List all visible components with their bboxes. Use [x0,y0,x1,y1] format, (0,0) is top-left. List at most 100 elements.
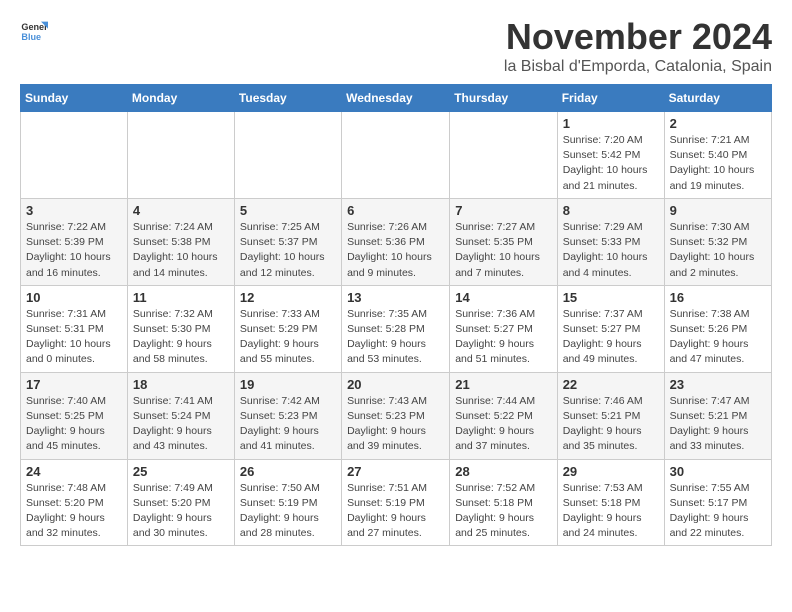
day-number: 8 [563,203,659,218]
day-info: Sunrise: 7:41 AM Sunset: 5:24 PM Dayligh… [133,394,229,455]
calendar-cell [450,112,557,199]
page-header: General Blue November 2024 la Bisbal d'E… [20,16,772,76]
day-info: Sunrise: 7:50 AM Sunset: 5:19 PM Dayligh… [240,481,336,542]
weekday-header: Tuesday [234,85,341,112]
calendar-cell: 3Sunrise: 7:22 AM Sunset: 5:39 PM Daylig… [21,198,128,285]
calendar-week-row: 1Sunrise: 7:20 AM Sunset: 5:42 PM Daylig… [21,112,772,199]
calendar-week-row: 24 Sunrise: 7:48 AM Sunset: 5:20 PM Dayli… [21,459,772,546]
calendar-cell: 1Sunrise: 7:20 AM Sunset: 5:42 PM Daylig… [557,112,664,199]
calendar-cell: 21 Sunrise: 7:44 AM Sunset: 5:22 PM Dayli… [450,372,557,459]
calendar-cell [127,112,234,199]
calendar-cell: 7 Sunrise: 7:27 AM Sunset: 5:35 PM Daylig… [450,198,557,285]
calendar-cell: 11 Sunrise: 7:32 AM Sunset: 5:30 PM Dayli… [127,285,234,372]
day-info: Sunrise: 7:25 AM Sunset: 5:37 PM Dayligh… [240,220,336,281]
calendar-cell: 24 Sunrise: 7:48 AM Sunset: 5:20 PM Dayli… [21,459,128,546]
day-number: 13 [347,290,444,305]
title-area: November 2024 la Bisbal d'Emporda, Catal… [504,16,772,76]
day-info: Sunrise: 7:36 AM Sunset: 5:27 PM Dayligh… [455,307,551,368]
weekday-header: Sunday [21,85,128,112]
day-info: Sunrise: 7:30 AM Sunset: 5:32 PM Dayligh… [670,220,766,281]
calendar-cell: 19 Sunrise: 7:42 AM Sunset: 5:23 PM Dayli… [234,372,341,459]
day-number: 30 [670,464,766,479]
calendar-cell: 13 Sunrise: 7:35 AM Sunset: 5:28 PM Dayli… [342,285,450,372]
calendar-cell: 30 Sunrise: 7:55 AM Sunset: 5:17 PM Dayli… [664,459,771,546]
day-number: 16 [670,290,766,305]
day-info: Sunrise: 7:53 AM Sunset: 5:18 PM Dayligh… [563,481,659,542]
calendar-cell: 4Sunrise: 7:24 AM Sunset: 5:38 PM Daylig… [127,198,234,285]
day-number: 24 [26,464,122,479]
calendar-cell: 23Sunrise: 7:47 AM Sunset: 5:21 PM Dayli… [664,372,771,459]
day-info: Sunrise: 7:31 AM Sunset: 5:31 PM Dayligh… [26,307,122,368]
day-number: 12 [240,290,336,305]
day-info: Sunrise: 7:20 AM Sunset: 5:42 PM Dayligh… [563,133,659,194]
calendar-cell: 5 Sunrise: 7:25 AM Sunset: 5:37 PM Daylig… [234,198,341,285]
day-info: Sunrise: 7:37 AM Sunset: 5:27 PM Dayligh… [563,307,659,368]
day-number: 5 [240,203,336,218]
day-number: 22 [563,377,659,392]
day-info: Sunrise: 7:55 AM Sunset: 5:17 PM Dayligh… [670,481,766,542]
calendar-cell: 27 Sunrise: 7:51 AM Sunset: 5:19 PM Dayli… [342,459,450,546]
calendar-header-row: SundayMondayTuesdayWednesdayThursdayFrid… [21,85,772,112]
calendar-cell: 26Sunrise: 7:50 AM Sunset: 5:19 PM Dayli… [234,459,341,546]
calendar-week-row: 10 Sunrise: 7:31 AM Sunset: 5:31 PM Dayli… [21,285,772,372]
day-info: Sunrise: 7:48 AM Sunset: 5:20 PM Dayligh… [26,481,122,542]
weekday-header: Monday [127,85,234,112]
weekday-header: Wednesday [342,85,450,112]
calendar-cell: 10 Sunrise: 7:31 AM Sunset: 5:31 PM Dayli… [21,285,128,372]
day-number: 10 [26,290,122,305]
calendar-cell [234,112,341,199]
calendar-week-row: 17 Sunrise: 7:40 AM Sunset: 5:25 PM Dayli… [21,372,772,459]
day-number: 19 [240,377,336,392]
calendar-table: SundayMondayTuesdayWednesdayThursdayFrid… [20,84,772,546]
svg-text:Blue: Blue [21,32,41,42]
day-info: Sunrise: 7:22 AM Sunset: 5:39 PM Dayligh… [26,220,122,281]
calendar-cell: 12 Sunrise: 7:33 AM Sunset: 5:29 PM Dayli… [234,285,341,372]
day-info: Sunrise: 7:38 AM Sunset: 5:26 PM Dayligh… [670,307,766,368]
day-number: 17 [26,377,122,392]
day-info: Sunrise: 7:52 AM Sunset: 5:18 PM Dayligh… [455,481,551,542]
day-info: Sunrise: 7:32 AM Sunset: 5:30 PM Dayligh… [133,307,229,368]
calendar-cell: 9 Sunrise: 7:30 AM Sunset: 5:32 PM Daylig… [664,198,771,285]
day-number: 27 [347,464,444,479]
day-number: 14 [455,290,551,305]
day-number: 7 [455,203,551,218]
weekday-header: Thursday [450,85,557,112]
day-info: Sunrise: 7:26 AM Sunset: 5:36 PM Dayligh… [347,220,444,281]
day-info: Sunrise: 7:40 AM Sunset: 5:25 PM Dayligh… [26,394,122,455]
calendar-cell: 6 Sunrise: 7:26 AM Sunset: 5:36 PM Daylig… [342,198,450,285]
day-number: 6 [347,203,444,218]
day-info: Sunrise: 7:21 AM Sunset: 5:40 PM Dayligh… [670,133,766,194]
calendar-cell: 14 Sunrise: 7:36 AM Sunset: 5:27 PM Dayli… [450,285,557,372]
calendar-cell: 28 Sunrise: 7:52 AM Sunset: 5:18 PM Dayli… [450,459,557,546]
day-info: Sunrise: 7:42 AM Sunset: 5:23 PM Dayligh… [240,394,336,455]
day-number: 4 [133,203,229,218]
day-number: 18 [133,377,229,392]
day-number: 21 [455,377,551,392]
day-info: Sunrise: 7:35 AM Sunset: 5:28 PM Dayligh… [347,307,444,368]
day-info: Sunrise: 7:46 AM Sunset: 5:21 PM Dayligh… [563,394,659,455]
calendar-cell: 8 Sunrise: 7:29 AM Sunset: 5:33 PM Daylig… [557,198,664,285]
day-info: Sunrise: 7:49 AM Sunset: 5:20 PM Dayligh… [133,481,229,542]
month-title: November 2024 [504,16,772,58]
day-number: 29 [563,464,659,479]
day-number: 11 [133,290,229,305]
day-info: Sunrise: 7:33 AM Sunset: 5:29 PM Dayligh… [240,307,336,368]
day-info: Sunrise: 7:51 AM Sunset: 5:19 PM Dayligh… [347,481,444,542]
day-info: Sunrise: 7:44 AM Sunset: 5:22 PM Dayligh… [455,394,551,455]
calendar-cell: 16 Sunrise: 7:38 AM Sunset: 5:26 PM Dayli… [664,285,771,372]
day-number: 28 [455,464,551,479]
day-info: Sunrise: 7:27 AM Sunset: 5:35 PM Dayligh… [455,220,551,281]
calendar-cell: 2 Sunrise: 7:21 AM Sunset: 5:40 PM Daylig… [664,112,771,199]
logo: General Blue [20,16,48,44]
calendar-week-row: 3Sunrise: 7:22 AM Sunset: 5:39 PM Daylig… [21,198,772,285]
day-number: 23 [670,377,766,392]
calendar-cell [342,112,450,199]
calendar-cell [21,112,128,199]
calendar-cell: 15Sunrise: 7:37 AM Sunset: 5:27 PM Dayli… [557,285,664,372]
calendar-cell: 29 Sunrise: 7:53 AM Sunset: 5:18 PM Dayli… [557,459,664,546]
day-number: 25 [133,464,229,479]
weekday-header: Saturday [664,85,771,112]
day-info: Sunrise: 7:29 AM Sunset: 5:33 PM Dayligh… [563,220,659,281]
day-number: 2 [670,116,766,131]
day-number: 9 [670,203,766,218]
